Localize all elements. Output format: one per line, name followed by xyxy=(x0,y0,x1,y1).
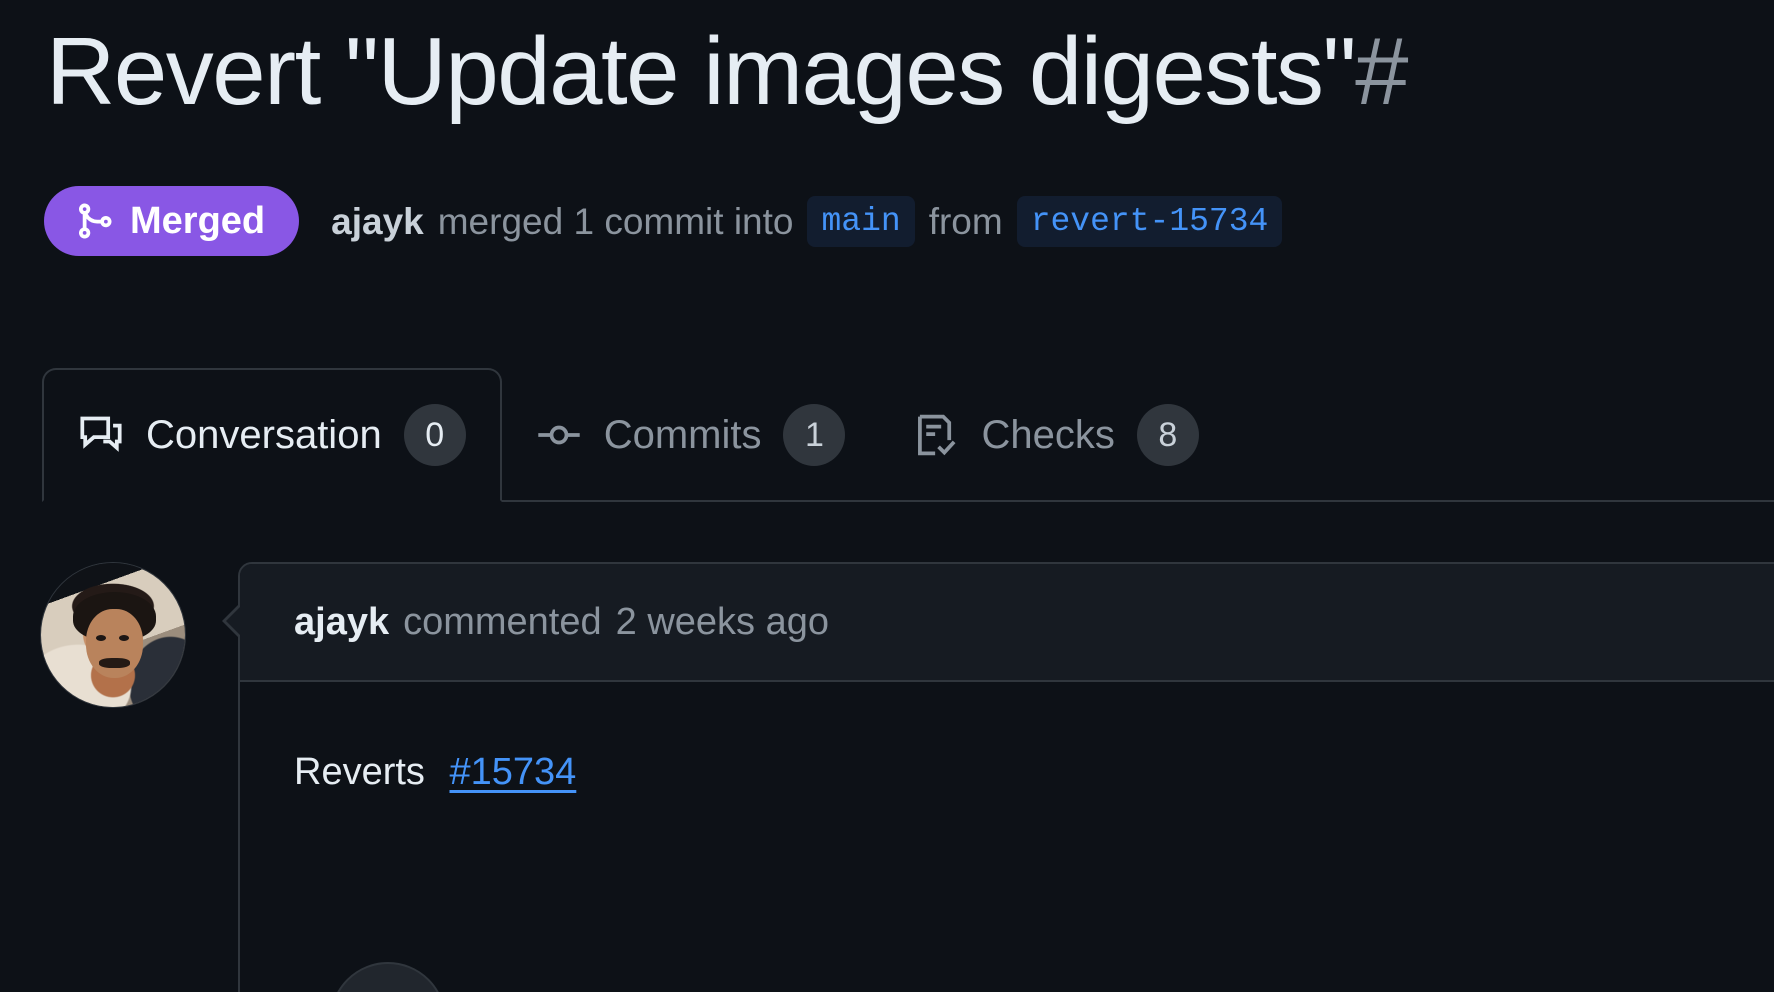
page-title: Revert "Update images digests"# xyxy=(46,10,1409,135)
comment-body: Reverts #15734 xyxy=(240,682,1774,801)
tab-checks[interactable]: Checks 8 xyxy=(879,368,1232,502)
tab-commits-count: 1 xyxy=(783,404,846,466)
comment-timestamp[interactable]: 2 weeks ago xyxy=(616,601,829,644)
comment-card: ajayk commented 2 weeks ago Reverts #157… xyxy=(238,562,1774,992)
tab-checks-count: 8 xyxy=(1136,404,1199,466)
pull-request-page: Revert "Update images digests"# Merged a… xyxy=(0,0,1774,992)
pr-status-row: Merged ajayk merged 1 commit into main f… xyxy=(44,186,1283,256)
tab-conversation[interactable]: Conversation 0 xyxy=(42,368,502,502)
status-badge-merged: Merged xyxy=(44,186,300,256)
reverted-pr-link[interactable]: #15734 xyxy=(449,751,576,793)
tab-checks-label: Checks xyxy=(981,412,1115,457)
comment-author[interactable]: ajayk xyxy=(294,601,389,644)
avatar-photo-eye-right xyxy=(118,635,129,641)
status-badge-label: Merged xyxy=(130,200,266,242)
tab-conversation-count: 0 xyxy=(403,404,466,466)
comment-tail-fill xyxy=(226,604,243,638)
checklist-icon xyxy=(913,412,959,458)
byline-author[interactable]: ajayk xyxy=(331,203,424,240)
git-commit-icon xyxy=(536,412,582,458)
base-branch-chip[interactable]: main xyxy=(807,195,915,247)
avatar-photo-mustache xyxy=(98,658,131,669)
avatar[interactable] xyxy=(40,562,186,708)
pr-tab-bar: Conversation 0 Commits 1 Checks 8 xyxy=(42,368,1774,502)
head-branch-chip[interactable]: revert-15734 xyxy=(1016,195,1283,247)
avatar-photo-eye-left xyxy=(95,635,106,641)
tab-conversation-label: Conversation xyxy=(146,412,382,457)
byline-from-label: from xyxy=(928,200,1003,242)
comment-body-text: Reverts xyxy=(294,751,425,793)
comment-header: ajayk commented 2 weeks ago xyxy=(240,564,1774,682)
pr-byline: ajayk merged 1 commit into main from rev… xyxy=(331,195,1283,247)
pr-number: # xyxy=(1355,18,1408,125)
tab-commits[interactable]: Commits 1 xyxy=(502,368,880,502)
comment-discussion-icon xyxy=(78,412,124,458)
comment-action: commented xyxy=(403,600,602,643)
byline-action: merged 1 commit into xyxy=(437,200,794,242)
tab-commits-label: Commits xyxy=(603,412,762,457)
pr-title-text: Revert "Update images digests" xyxy=(46,18,1357,125)
git-merge-icon xyxy=(74,201,114,241)
